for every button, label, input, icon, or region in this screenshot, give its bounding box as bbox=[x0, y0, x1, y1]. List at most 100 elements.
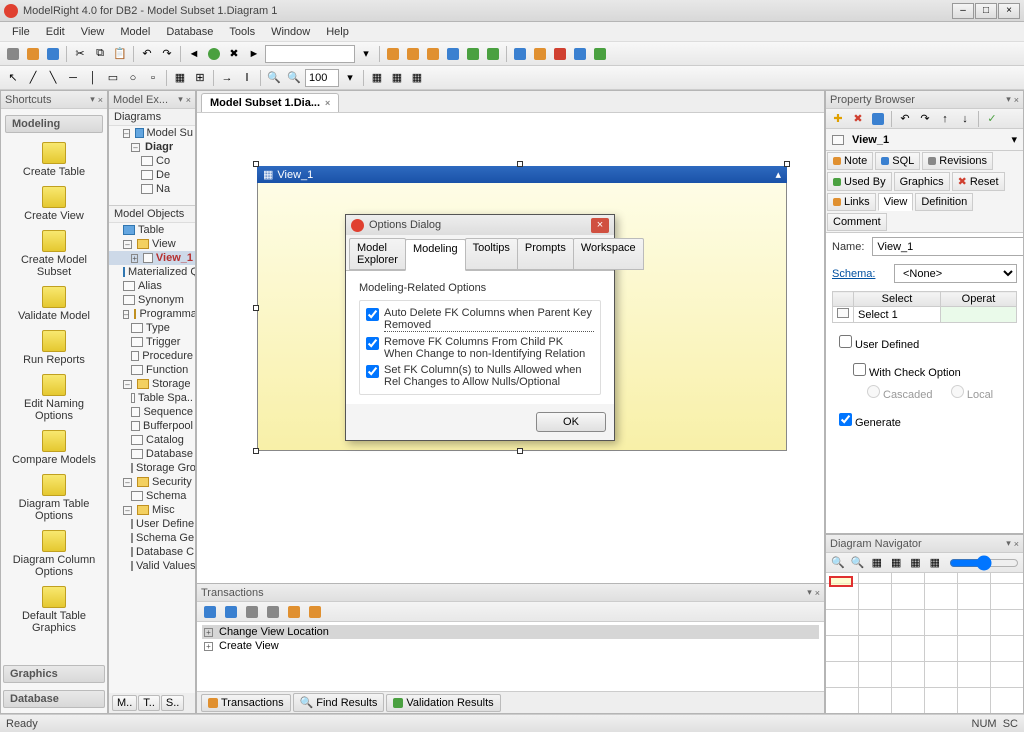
shortcuts-group-modeling[interactable]: Modeling bbox=[5, 115, 103, 133]
close-panel-icon[interactable]: × bbox=[186, 95, 191, 105]
generate-checkbox[interactable]: Generate bbox=[836, 417, 901, 429]
me-tab-m[interactable]: M.. bbox=[112, 695, 137, 711]
transaction-row[interactable]: +Change View Location bbox=[202, 625, 819, 639]
tab-note[interactable]: Note bbox=[827, 152, 873, 170]
tree-matview[interactable]: Materialized Qu bbox=[109, 265, 195, 279]
tab-model-explorer[interactable]: Model Explorer bbox=[349, 238, 406, 270]
shortcuts-group-graphics[interactable]: Graphics bbox=[3, 665, 105, 683]
snap-icon[interactable]: ⊞ bbox=[191, 69, 209, 87]
trans-tool5-icon[interactable] bbox=[285, 603, 303, 621]
nav-grid1-icon[interactable]: ▦ bbox=[869, 554, 885, 572]
document-tab[interactable]: Model Subset 1.Dia... × bbox=[201, 93, 339, 112]
dialog-close-button[interactable]: × bbox=[591, 218, 609, 233]
transaction-row[interactable]: +Create View bbox=[202, 639, 819, 653]
prop-redo-icon[interactable]: ↷ bbox=[916, 110, 934, 128]
tree-userdef[interactable]: User Define bbox=[109, 517, 195, 531]
tree-tablespace[interactable]: Table Spa.. bbox=[109, 391, 195, 405]
grid-icon[interactable]: ▦ bbox=[171, 69, 189, 87]
pin-icon[interactable]: ▾ bbox=[1006, 538, 1011, 549]
tool-c-icon[interactable] bbox=[551, 45, 569, 63]
text-icon[interactable]: Ⅰ bbox=[238, 69, 256, 87]
tree-model-subset[interactable]: –Model Su bbox=[109, 126, 195, 140]
pointer-icon[interactable]: ↖ bbox=[4, 69, 22, 87]
selection-handle[interactable] bbox=[253, 161, 259, 167]
selection-handle[interactable] bbox=[253, 448, 259, 454]
tool-rel5-icon[interactable] bbox=[464, 45, 482, 63]
new-icon[interactable] bbox=[4, 45, 22, 63]
layout3-icon[interactable]: ▦ bbox=[408, 69, 426, 87]
tab-definition[interactable]: Definition bbox=[915, 193, 973, 211]
tab-prompts[interactable]: Prompts bbox=[517, 238, 574, 270]
option-auto-delete-fk[interactable]: Auto Delete FK Columns when Parent Key R… bbox=[366, 305, 594, 334]
tree-item[interactable]: Na bbox=[109, 182, 195, 196]
menu-view[interactable]: View bbox=[73, 24, 113, 40]
prop-undo-icon[interactable]: ↶ bbox=[896, 110, 914, 128]
minimize-button[interactable]: – bbox=[952, 3, 974, 19]
tool-a-icon[interactable] bbox=[511, 45, 529, 63]
cut-icon[interactable]: ✂ bbox=[71, 45, 89, 63]
menu-database[interactable]: Database bbox=[158, 24, 221, 40]
prop-add-icon[interactable]: ✚ bbox=[829, 110, 847, 128]
trans-tool2-icon[interactable] bbox=[222, 603, 240, 621]
tree-programmability[interactable]: –Programmabi.. bbox=[109, 307, 195, 321]
prop-copy-icon[interactable] bbox=[869, 110, 887, 128]
tool-rel1-icon[interactable] bbox=[384, 45, 402, 63]
tab-transactions[interactable]: Transactions bbox=[201, 694, 291, 712]
selection-handle[interactable] bbox=[517, 448, 523, 454]
collapse-icon[interactable]: ▴ bbox=[775, 168, 781, 181]
tree-dbconn[interactable]: Database C bbox=[109, 545, 195, 559]
line4-icon[interactable]: │ bbox=[84, 69, 102, 87]
nav-grid2-icon[interactable]: ▦ bbox=[888, 554, 904, 572]
shortcut-run-reports[interactable]: Run Reports bbox=[3, 326, 105, 370]
tab-comment[interactable]: Comment bbox=[827, 213, 887, 231]
me-tab-s[interactable]: S.. bbox=[161, 695, 184, 711]
redo-icon[interactable]: ↷ bbox=[158, 45, 176, 63]
line3-icon[interactable]: ─ bbox=[64, 69, 82, 87]
tree-sequence[interactable]: Sequence bbox=[109, 405, 195, 419]
tab-reset[interactable]: ✖Reset bbox=[952, 172, 1005, 191]
tree-security[interactable]: –Security bbox=[109, 475, 195, 489]
user-defined-checkbox[interactable]: User Defined bbox=[836, 339, 919, 351]
tree-synonym[interactable]: Synonym bbox=[109, 293, 195, 307]
tab-links[interactable]: Links bbox=[827, 193, 876, 211]
undo-icon[interactable]: ↶ bbox=[138, 45, 156, 63]
dialog-titlebar[interactable]: Options Dialog × bbox=[346, 215, 614, 235]
nav-zoom-slider[interactable] bbox=[949, 555, 1019, 571]
layout2-icon[interactable]: ▦ bbox=[388, 69, 406, 87]
close-panel-icon[interactable]: × bbox=[98, 95, 103, 105]
with-check-checkbox[interactable]: With Check Option bbox=[850, 367, 961, 379]
layout1-icon[interactable]: ▦ bbox=[368, 69, 386, 87]
back-icon[interactable]: ◄ bbox=[185, 45, 203, 63]
arrow-icon[interactable]: → bbox=[218, 69, 236, 87]
selection-handle[interactable] bbox=[253, 305, 259, 311]
shortcut-default-table-graphics[interactable]: Default Table Graphics bbox=[3, 582, 105, 638]
navigator-canvas[interactable] bbox=[826, 573, 1023, 713]
tree-validvals[interactable]: Valid Values bbox=[109, 559, 195, 573]
ok-button[interactable]: OK bbox=[536, 412, 606, 432]
shortcut-compare-models[interactable]: Compare Models bbox=[3, 426, 105, 470]
tab-sql[interactable]: SQL bbox=[875, 152, 920, 170]
tree-table[interactable]: Table bbox=[109, 223, 195, 237]
shortcut-validate-model[interactable]: Validate Model bbox=[3, 282, 105, 326]
tool-rel4-icon[interactable] bbox=[444, 45, 462, 63]
open-icon[interactable] bbox=[24, 45, 42, 63]
prop-down-icon[interactable]: ↓ bbox=[956, 110, 974, 128]
menu-edit[interactable]: Edit bbox=[38, 24, 73, 40]
tool-rel6-icon[interactable] bbox=[484, 45, 502, 63]
tab-used-by[interactable]: Used By bbox=[827, 172, 892, 191]
tab-revisions[interactable]: Revisions bbox=[922, 152, 993, 170]
schema-select[interactable]: <None> bbox=[894, 264, 1017, 283]
menu-window[interactable]: Window bbox=[263, 24, 318, 40]
line2-icon[interactable]: ╲ bbox=[44, 69, 62, 87]
stop-icon[interactable]: ✖ bbox=[225, 45, 243, 63]
tab-workspace[interactable]: Workspace bbox=[573, 238, 644, 270]
tool-rel3-icon[interactable] bbox=[424, 45, 442, 63]
prop-check-icon[interactable]: ✓ bbox=[983, 110, 1001, 128]
close-panel-icon[interactable]: × bbox=[1014, 95, 1019, 105]
zoom-dropdown-icon[interactable]: ▾ bbox=[341, 69, 359, 87]
search-input[interactable] bbox=[265, 45, 355, 63]
nav-zoom-in-icon[interactable]: 🔍 bbox=[830, 554, 846, 572]
selection-handle[interactable] bbox=[784, 161, 790, 167]
tree-function[interactable]: Function bbox=[109, 363, 195, 377]
copy-icon[interactable]: ⧉ bbox=[91, 45, 109, 63]
